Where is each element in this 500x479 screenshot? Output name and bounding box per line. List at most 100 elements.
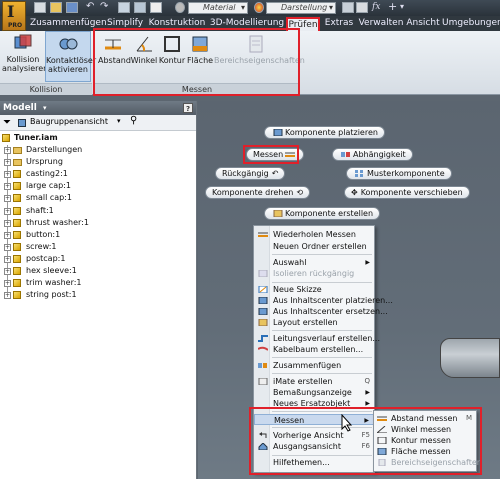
route-icon <box>258 335 268 342</box>
filter-icon[interactable]: ⏷ <box>3 117 11 128</box>
submenu-item-area[interactable]: Fläche messen <box>374 446 476 457</box>
menu-item-help-topics[interactable]: Hilfethemen... <box>254 457 374 468</box>
measure-contour-button[interactable]: Kontur <box>158 34 186 65</box>
menu-item-repeat-measure[interactable]: Wiederholen Messen <box>254 229 374 240</box>
menu-item-create-route[interactable]: Leitungsverlauf erstellen... <box>254 333 380 344</box>
view-select-arrow-icon[interactable]: ▾ <box>117 117 121 125</box>
marking-menu-create[interactable]: Komponente erstellen <box>264 207 381 220</box>
tree-item[interactable]: + postcap:1 <box>0 253 196 265</box>
marking-menu-place-component[interactable]: Komponente platzieren <box>264 126 385 139</box>
menu-item-replace-from-cc[interactable]: Aus Inhaltscenter ersetzen... <box>254 306 388 317</box>
tab-3d-modellierung[interactable]: 3D-Modellierung <box>208 17 286 31</box>
marking-menu-move[interactable]: ✥ Komponente verschieben <box>344 186 470 199</box>
redo-icon[interactable]: ↷ <box>100 2 112 13</box>
home-icon[interactable] <box>118 2 130 13</box>
expand-icon[interactable]: + <box>4 280 11 288</box>
contact-solver-button[interactable]: Kontaktlöser aktivieren <box>45 31 96 82</box>
menu-item-new-substitute[interactable]: Neues Ersatzobjekt ▶ <box>254 398 374 409</box>
marking-menu-dependency[interactable]: Abhängigkeit <box>332 148 413 161</box>
region-properties-button[interactable]: Bereichseigenschaften <box>214 34 305 65</box>
expand-icon[interactable]: + <box>4 292 11 300</box>
tab-verwalten[interactable]: Verwalten <box>358 17 404 31</box>
tab-umgebungen[interactable]: Umgebungen <box>442 17 500 31</box>
tab-ansicht[interactable]: Ansicht <box>406 17 440 31</box>
submenu-item-angle[interactable]: Winkel messen <box>374 424 476 435</box>
submenu-item-distance[interactable]: Abstand messen M <box>374 413 476 424</box>
measure-menu-label: Messen <box>274 416 305 425</box>
measure-distance-button[interactable]: Abstand <box>98 34 131 65</box>
tree-item[interactable]: + small cap:1 <box>0 192 196 204</box>
tree-item[interactable]: + trim washer:1 <box>0 277 196 289</box>
customize-icon[interactable]: ▾ <box>400 2 412 13</box>
area-small-icon <box>377 448 387 455</box>
save-icon[interactable] <box>66 2 78 13</box>
menu-item-place-from-cc[interactable]: Aus Inhaltscenter platzieren... <box>254 295 393 306</box>
expand-icon[interactable]: + <box>4 171 11 179</box>
tree-item[interactable]: + button:1 <box>0 229 196 241</box>
menu-item-home-view[interactable]: Ausgangsansicht F6 <box>254 441 374 452</box>
expand-icon[interactable]: + <box>4 195 11 203</box>
menu-item-selection[interactable]: Auswahl ▶ <box>254 257 374 268</box>
undo-icon[interactable]: ↶ <box>86 2 98 13</box>
tab-zusammenfuegen[interactable]: Zusammenfügen <box>30 17 107 31</box>
tree-item[interactable]: + thrust washer:1 <box>0 217 196 229</box>
tab-pruefen[interactable]: Prüfen <box>286 17 320 31</box>
appearance-select[interactable]: Darstellung <box>266 2 336 14</box>
menu-item-create-layout[interactable]: Layout erstellen <box>254 317 374 328</box>
tree-item-label: string post:1 <box>26 290 77 300</box>
browser-title-dropdown-icon[interactable]: ▾ <box>43 104 47 112</box>
find-icon[interactable]: ⚲ <box>130 115 137 126</box>
menu-item-create-imate[interactable]: iMate erstellen Q <box>254 376 374 387</box>
tree-item[interactable]: + casting2:1 <box>0 168 196 180</box>
tree-item[interactable]: + Ursprung <box>0 156 196 168</box>
application-menu-button[interactable]: I PRO <box>2 1 26 31</box>
menu-item-measure[interactable]: Messen ▶ <box>254 414 374 425</box>
fx-icon[interactable]: fx <box>372 2 384 13</box>
material-select[interactable]: Material <box>188 2 248 14</box>
tree-item[interactable]: + shaft:1 <box>0 205 196 217</box>
adjust-icon[interactable] <box>342 2 354 13</box>
tree-root[interactable]: Tuner.iam <box>0 132 196 144</box>
help-icon[interactable]: ? <box>183 103 193 113</box>
expand-icon[interactable]: + <box>4 183 11 191</box>
expand-icon[interactable]: + <box>4 207 11 215</box>
analyze-interference-button[interactable]: Kollision analysieren <box>2 33 48 73</box>
open-file-icon[interactable] <box>50 2 62 13</box>
expand-icon[interactable]: + <box>4 147 11 155</box>
select-icon[interactable] <box>150 2 162 13</box>
clear-icon[interactable] <box>356 2 368 13</box>
menu-item-prev-view[interactable]: Vorherige Ansicht F5 <box>254 430 374 441</box>
marking-menu-undo[interactable]: Rückgängig ↶ <box>215 167 286 180</box>
menu-item-new-folder[interactable]: Neuen Ordner erstellen <box>254 241 374 252</box>
expand-icon[interactable]: + <box>4 268 11 276</box>
new-file-icon[interactable] <box>34 2 46 13</box>
tab-simplify[interactable]: Simplify <box>104 17 146 31</box>
menu-item-new-sketch[interactable]: Neue Skizze <box>254 284 374 295</box>
expand-icon[interactable]: + <box>4 231 11 239</box>
tab-extras[interactable]: Extras <box>322 17 356 31</box>
tab-konstruktion[interactable]: Konstruktion <box>148 17 206 31</box>
tree-item[interactable]: + string post:1 <box>0 289 196 301</box>
menu-item-create-harness[interactable]: Kabelbaum erstellen... <box>254 344 374 355</box>
marking-menu-rotate[interactable]: Komponente drehen ⟲ <box>205 186 311 199</box>
contour-icon <box>162 34 182 54</box>
submenu-item-contour[interactable]: Kontur messen <box>374 435 476 446</box>
plus-icon[interactable]: + <box>388 1 400 13</box>
marking-menu-measure[interactable]: Messen <box>246 148 305 161</box>
model-part-shape[interactable] <box>440 338 500 378</box>
expand-icon[interactable]: + <box>4 243 11 251</box>
tree-item[interactable]: + screw:1 <box>0 241 196 253</box>
measure-area-button[interactable]: Fläche <box>186 34 214 65</box>
menu-item-assemble[interactable]: Zusammenfügen <box>254 360 374 371</box>
marking-menu-pattern[interactable]: Musterkomponente <box>346 167 452 180</box>
update-icon[interactable] <box>134 2 146 13</box>
tree-item[interactable]: + large cap:1 <box>0 180 196 192</box>
expand-icon[interactable]: + <box>4 255 11 263</box>
expand-icon[interactable]: + <box>4 159 11 167</box>
browser-view-select[interactable]: Baugruppenansicht <box>30 117 108 126</box>
measure-angle-button[interactable]: Winkel <box>130 34 158 65</box>
expand-icon[interactable]: + <box>4 219 11 227</box>
tree-item[interactable]: + Darstellungen <box>0 144 196 156</box>
tree-item[interactable]: + hex sleeve:1 <box>0 265 196 277</box>
menu-item-dim-display[interactable]: Bemaßungsanzeige ▶ <box>254 387 374 398</box>
